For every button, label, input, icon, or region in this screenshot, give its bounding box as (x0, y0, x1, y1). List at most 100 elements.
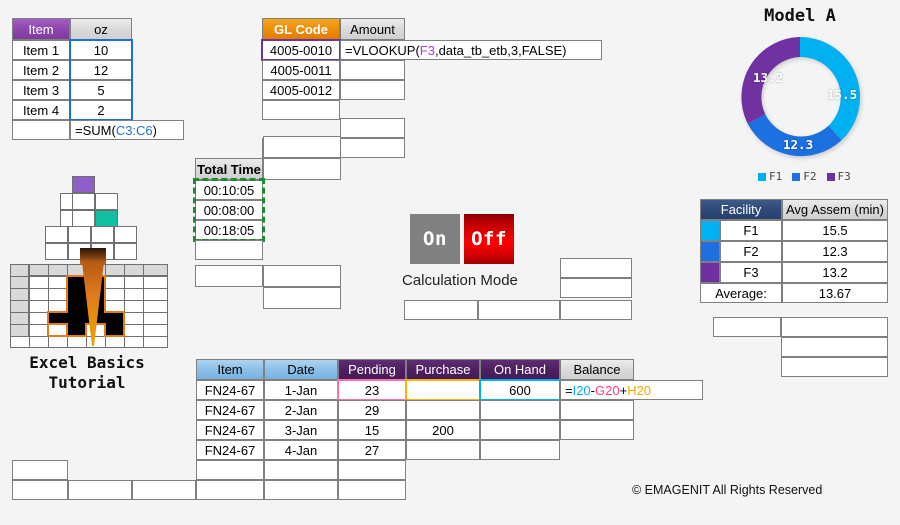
gl-table-header-amount: Amount (340, 18, 405, 40)
logo-pixel (95, 210, 118, 227)
table-row[interactable] (12, 120, 70, 140)
table-row[interactable] (406, 440, 480, 460)
table-row[interactable] (196, 460, 264, 480)
total-time-value[interactable]: 00:18:05 (195, 220, 263, 240)
table-row[interactable] (338, 480, 406, 500)
amount-cell[interactable] (340, 60, 405, 80)
facility-color-swatch-f3 (700, 262, 720, 283)
table-row[interactable]: Item 4 (12, 100, 70, 120)
aux-cell[interactable] (263, 136, 341, 158)
table-row[interactable]: 200 (406, 420, 480, 440)
aux-cell[interactable] (781, 317, 888, 337)
table-row[interactable] (560, 400, 634, 420)
table-row[interactable] (560, 420, 634, 440)
facility-name-f3[interactable]: F3 (720, 262, 782, 283)
facility-average-value: 13.67 (782, 283, 888, 303)
table-row[interactable] (480, 400, 560, 420)
spacer-cell[interactable] (340, 138, 405, 158)
table-row[interactable]: 1-Jan (264, 380, 338, 400)
facility-table-header-facility: Facility (700, 199, 782, 220)
aux-cell[interactable] (12, 460, 68, 480)
logo-pixel (114, 226, 137, 243)
table-row[interactable] (480, 420, 560, 440)
logo-pixel (114, 243, 137, 260)
facility-avg-f1[interactable]: 15.5 (782, 220, 888, 241)
calculation-mode-on-button[interactable]: On (410, 214, 460, 264)
inventory-header-pending: Pending (338, 359, 406, 380)
vlookup-suffix: ,data_tb_etb,3,FALSE) (434, 42, 567, 58)
total-time-blank[interactable] (195, 240, 263, 260)
aux-cell[interactable] (560, 278, 632, 298)
aux-cell[interactable] (781, 337, 888, 357)
gl-code-selection (261, 39, 341, 61)
legend-item-f3: F3 (826, 170, 851, 183)
total-time-side-cell[interactable] (263, 158, 341, 180)
table-row[interactable]: 3-Jan (264, 420, 338, 440)
total-time-value[interactable]: 00:10:05 (195, 180, 263, 200)
vlookup-formula-cell[interactable]: =VLOOKUP(F3 ,data_tb_etb,3,FALSE) (340, 40, 602, 60)
total-time-side-cell[interactable] (263, 287, 341, 309)
balance-formula-cell[interactable]: = I20- G20 + H20 (560, 380, 703, 400)
table-row[interactable] (196, 480, 264, 500)
aux-cell[interactable] (713, 317, 781, 337)
calculation-mode-off-button[interactable]: Off (464, 214, 514, 264)
table-row[interactable]: FN24-67 (196, 420, 264, 440)
aux-cell[interactable] (478, 300, 560, 320)
table-row[interactable] (264, 480, 338, 500)
table-row[interactable]: Item 2 (12, 60, 70, 80)
facility-average-label: Average: (700, 283, 782, 303)
table-row[interactable]: 4-Jan (264, 440, 338, 460)
table-row[interactable] (480, 440, 560, 460)
calculation-mode-label: Calculation Mode (402, 272, 518, 289)
balance-ref-1: I20 (572, 382, 591, 398)
sum-formula-ref: C3:C6 (115, 122, 153, 138)
aux-cell[interactable] (560, 300, 632, 320)
facility-avg-f2[interactable]: 12.3 (782, 241, 888, 262)
aux-cell[interactable] (404, 300, 478, 320)
table-row[interactable] (264, 460, 338, 480)
table-row[interactable]: FN24-67 (196, 440, 264, 460)
donut-label-f1: 15.5 (827, 87, 858, 102)
facility-name-f2[interactable]: F2 (720, 241, 782, 262)
sum-formula-cell[interactable]: =SUM(C3:C6) (70, 120, 184, 140)
aux-cell[interactable] (68, 480, 132, 500)
pending-cell-selection (337, 379, 407, 401)
onhand-cell-selection (479, 379, 561, 401)
aux-cell[interactable] (560, 258, 632, 278)
legend-item-f1: F1 (758, 170, 782, 183)
total-time-blank[interactable] (195, 265, 263, 287)
legend-swatch-f3 (826, 172, 835, 181)
total-time-value[interactable]: 00:08:00 (195, 200, 263, 220)
table-row[interactable]: 15 (338, 420, 406, 440)
facility-name-f1[interactable]: F1 (720, 220, 782, 241)
table-row[interactable] (406, 400, 480, 420)
table-row[interactable]: 29 (338, 400, 406, 420)
gl-code-cell[interactable] (262, 100, 340, 120)
aux-cell[interactable] (132, 480, 196, 500)
legend-label-f2: F2 (803, 170, 817, 183)
facility-table-header-avg: Avg Assem (min) (782, 199, 888, 220)
gl-code-cell[interactable]: 4005-0012 (262, 80, 340, 100)
aux-cell[interactable] (12, 480, 68, 500)
gl-code-cell[interactable]: 4005-0011 (262, 60, 340, 80)
facility-avg-f3[interactable]: 13.2 (782, 262, 888, 283)
aux-cell[interactable] (781, 357, 888, 377)
amount-cell[interactable] (340, 80, 405, 100)
inventory-header-onhand: On Hand (480, 359, 560, 380)
item-table-header-oz: oz (70, 18, 132, 40)
inventory-header-purchase: Purchase (406, 359, 480, 380)
oz-range-selection (69, 39, 133, 121)
table-row[interactable]: Item 1 (12, 40, 70, 60)
logo-pixel (91, 226, 114, 243)
table-row[interactable] (338, 460, 406, 480)
table-row[interactable]: 27 (338, 440, 406, 460)
table-row[interactable]: Item 3 (12, 80, 70, 100)
total-time-header: Total Time (195, 158, 263, 180)
table-row[interactable]: FN24-67 (196, 380, 264, 400)
donut-label-f3: 13.2 (753, 70, 784, 85)
amount-cell[interactable] (340, 118, 405, 138)
table-row[interactable]: FN24-67 (196, 400, 264, 420)
logo-title-line2: Tutorial (48, 373, 126, 392)
table-row[interactable]: 2-Jan (264, 400, 338, 420)
total-time-side-cell[interactable] (263, 265, 341, 287)
